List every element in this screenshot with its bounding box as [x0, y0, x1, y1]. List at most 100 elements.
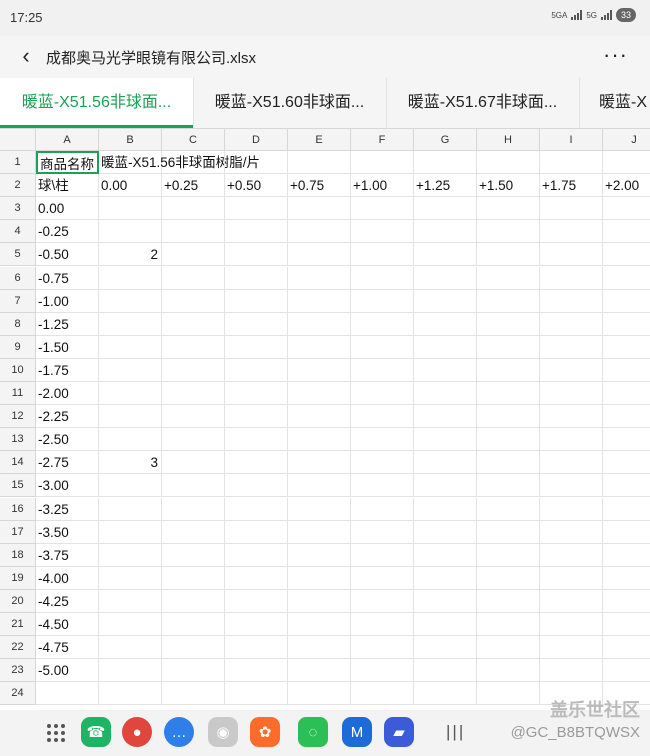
cell-g18[interactable]: [414, 543, 477, 567]
cell-e15[interactable]: [288, 474, 351, 498]
cell-a4[interactable]: -0.25: [36, 220, 99, 244]
cell-c19[interactable]: [162, 566, 225, 590]
cell-g12[interactable]: [414, 405, 477, 429]
cell-e1[interactable]: [288, 151, 351, 174]
cell-a1[interactable]: 商品名称: [36, 151, 99, 174]
cell-j10[interactable]: [603, 359, 650, 382]
cell-b10[interactable]: [99, 358, 162, 382]
row-header-6[interactable]: 6: [0, 266, 36, 290]
cell-f11[interactable]: [351, 382, 414, 405]
cell-b15[interactable]: [99, 474, 162, 498]
cell-e17[interactable]: [288, 520, 351, 544]
cell-a12[interactable]: -2.25: [36, 405, 99, 429]
column-header-j[interactable]: J: [603, 129, 650, 151]
cell-e20[interactable]: [288, 589, 351, 613]
cell-h9[interactable]: [477, 335, 540, 359]
cell-c16[interactable]: [162, 497, 225, 521]
cell-h8[interactable]: [477, 312, 540, 336]
cell-c20[interactable]: [162, 589, 225, 613]
cell-b22[interactable]: [99, 636, 162, 660]
row-header-22[interactable]: 22: [0, 636, 36, 660]
cell-c24[interactable]: [162, 682, 225, 706]
cell-c3[interactable]: [162, 197, 225, 221]
cell-e9[interactable]: [288, 335, 351, 359]
cell-d9[interactable]: [225, 335, 288, 359]
cell-d22[interactable]: [225, 636, 288, 660]
cell-i1[interactable]: [540, 151, 603, 174]
cell-a2[interactable]: 球\柱: [36, 174, 99, 198]
cell-d23[interactable]: [225, 659, 288, 683]
cell-e2[interactable]: +0.75: [288, 174, 351, 198]
row-header-16[interactable]: 16: [0, 497, 36, 521]
cell-i19[interactable]: [540, 566, 603, 590]
cell-b1[interactable]: 暖蓝-X51.56非球面树脂/片: [99, 151, 260, 174]
cell-a24[interactable]: [36, 682, 99, 706]
cell-i11[interactable]: [540, 382, 603, 405]
cell-h3[interactable]: [477, 197, 540, 221]
cell-h7[interactable]: [477, 289, 540, 313]
cell-e13[interactable]: [288, 428, 351, 452]
cell-h17[interactable]: [477, 520, 540, 544]
cell-a15[interactable]: -3.00: [36, 474, 99, 498]
cell-g19[interactable]: [414, 566, 477, 590]
cell-a7[interactable]: -1.00: [36, 289, 99, 313]
cell-a5[interactable]: -0.50: [36, 243, 99, 267]
cell-a21[interactable]: -4.50: [36, 613, 99, 636]
column-header-d[interactable]: D: [225, 129, 288, 151]
cell-h10[interactable]: [477, 358, 540, 382]
m-app-icon[interactable]: M: [342, 717, 372, 747]
cell-g10[interactable]: [414, 358, 477, 382]
cell-j18[interactable]: [603, 544, 650, 567]
cell-b2[interactable]: 0.00: [99, 174, 162, 198]
cell-d21[interactable]: [225, 613, 288, 636]
sheet-tab-2[interactable]: 暖蓝-X51.60非球面...: [193, 78, 387, 128]
cell-i17[interactable]: [540, 520, 603, 544]
row-header-17[interactable]: 17: [0, 520, 36, 544]
cell-i15[interactable]: [540, 474, 603, 498]
cell-b24[interactable]: [99, 682, 162, 706]
cell-j3[interactable]: [603, 197, 650, 221]
cell-j9[interactable]: [603, 336, 650, 359]
cell-i18[interactable]: [540, 543, 603, 567]
cell-f6[interactable]: [351, 266, 414, 290]
cell-f22[interactable]: [351, 636, 414, 660]
cell-i7[interactable]: [540, 289, 603, 313]
cell-f2[interactable]: +1.00: [351, 174, 414, 198]
cell-g4[interactable]: [414, 220, 477, 244]
cell-b20[interactable]: [99, 589, 162, 613]
cell-b4[interactable]: [99, 220, 162, 244]
cell-f3[interactable]: [351, 197, 414, 221]
cell-i5[interactable]: [540, 243, 603, 267]
cell-h24[interactable]: [477, 682, 540, 706]
cell-b17[interactable]: [99, 520, 162, 544]
row-header-5[interactable]: 5: [0, 243, 36, 267]
cell-a3[interactable]: 0.00: [36, 197, 99, 221]
cell-g22[interactable]: [414, 636, 477, 660]
cell-j21[interactable]: [603, 613, 650, 636]
row-header-10[interactable]: 10: [0, 358, 36, 382]
cell-j2[interactable]: +2.00: [603, 174, 650, 198]
cell-e19[interactable]: [288, 566, 351, 590]
cell-c14[interactable]: [162, 451, 225, 475]
column-header-c[interactable]: C: [162, 129, 225, 151]
cell-c1[interactable]: [162, 151, 225, 174]
cell-f23[interactable]: [351, 659, 414, 683]
cell-g7[interactable]: [414, 289, 477, 313]
cell-f21[interactable]: [351, 613, 414, 636]
cell-b5[interactable]: 2: [99, 243, 162, 267]
cell-e7[interactable]: [288, 289, 351, 313]
cell-b12[interactable]: [99, 405, 162, 429]
cell-g13[interactable]: [414, 428, 477, 452]
cell-h6[interactable]: [477, 266, 540, 290]
cell-j12[interactable]: [603, 405, 650, 429]
cell-g2[interactable]: +1.25: [414, 174, 477, 198]
cell-c17[interactable]: [162, 520, 225, 544]
phone-app-icon[interactable]: ☎: [81, 717, 111, 747]
cell-f14[interactable]: [351, 451, 414, 475]
cell-e22[interactable]: [288, 636, 351, 660]
cell-c18[interactable]: [162, 543, 225, 567]
row-header-7[interactable]: 7: [0, 289, 36, 313]
cell-h15[interactable]: [477, 474, 540, 498]
cell-e23[interactable]: [288, 659, 351, 683]
column-header-g[interactable]: G: [414, 129, 477, 151]
